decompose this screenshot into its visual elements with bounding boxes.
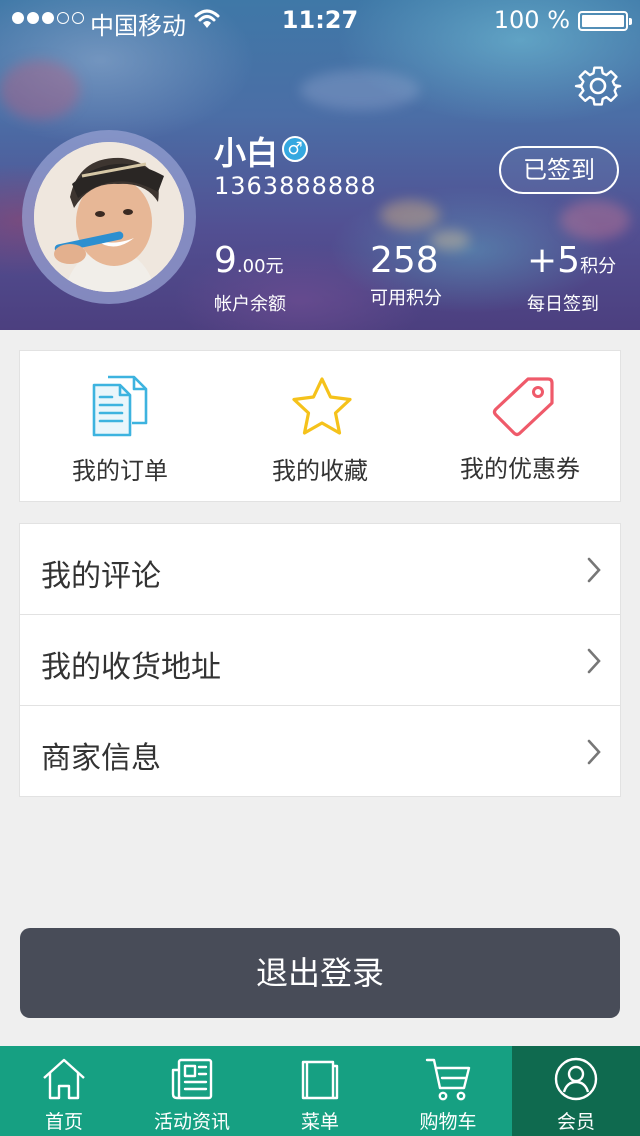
menu-item-label: 我的收货地址 [41,650,221,685]
male-icon: ♂ [282,136,308,162]
logout-button[interactable]: 退出登录 [20,928,620,1018]
tab-home[interactable]: 首页 [0,1046,128,1136]
document-icon [92,375,148,437]
tab-label: 菜单 [300,1111,339,1133]
tag-icon [492,377,554,437]
balance-value: 9 [214,240,237,281]
points-label: 可用积分 [370,288,442,309]
gear-icon[interactable] [574,62,622,110]
tab-label: 会员 [556,1111,595,1133]
balance-decimal: .00元 [236,256,284,277]
user-name: 小白 [214,134,279,172]
battery-percent: 100 % [493,6,570,34]
battery-icon [578,11,632,31]
daily-value: +5 [527,240,581,281]
points-value: 258 [370,240,439,281]
chevron-right-icon [587,557,601,583]
settings-menu: 我的评论 我的收货地址 商家信息 [19,523,621,797]
avatar[interactable] [34,142,184,292]
menu-item-merchant-info[interactable]: 商家信息 [20,706,620,797]
shortcut-label: 我的订单 [72,457,168,485]
checkin-button[interactable]: 已签到 [499,146,619,194]
user-icon [554,1057,598,1101]
stat-balance[interactable]: 9.00元 帐户余额 [214,238,286,316]
shortcut-orders[interactable]: 我的订单 [20,351,220,501]
tab-label: 活动资讯 [153,1111,230,1133]
daily-unit: 积分 [580,256,617,277]
home-icon [43,1058,85,1100]
daily-label: 每日签到 [527,294,599,315]
chevron-right-icon [587,648,601,674]
shortcut-favorites[interactable]: 我的收藏 [220,351,420,501]
balance-label: 帐户余额 [214,294,286,315]
stat-points[interactable]: 258 可用积分 [370,238,442,310]
menu-item-label: 商家信息 [41,741,161,776]
tab-cart[interactable]: 购物车 [384,1046,512,1136]
menu-item-comments[interactable]: 我的评论 [20,524,620,615]
news-icon [171,1058,213,1100]
menu-item-addresses[interactable]: 我的收货地址 [20,615,620,706]
tab-bar: 首页 活动资讯 菜单 购物车 会员 [0,1046,640,1136]
tab-menu[interactable]: 菜单 [256,1046,384,1136]
tab-news[interactable]: 活动资讯 [128,1046,256,1136]
shortcut-coupons[interactable]: 我的优惠券 [420,351,620,501]
status-bar: 中国移动 11:27 100 % [0,0,640,40]
tab-label: 首页 [44,1111,83,1133]
tab-label: 购物车 [419,1111,477,1133]
shortcut-label: 我的优惠券 [460,455,580,483]
chevron-right-icon [587,739,601,765]
avatar-ring [22,130,196,304]
profile-header: 中国移动 11:27 100 % 小白 ♂ 1363888888 已签到 9.0… [0,0,640,330]
menu-item-label: 我的评论 [41,559,161,594]
shortcut-label: 我的收藏 [272,457,368,485]
cart-icon [425,1058,471,1101]
user-phone: 1363888888 [214,172,377,200]
stat-daily-checkin[interactable]: +5积分 每日签到 [527,238,616,316]
star-icon [292,377,352,435]
shortcut-panel: 我的订单 我的收藏 我的优惠券 [19,350,621,502]
book-icon [301,1060,339,1100]
tab-member[interactable]: 会员 [512,1046,640,1136]
